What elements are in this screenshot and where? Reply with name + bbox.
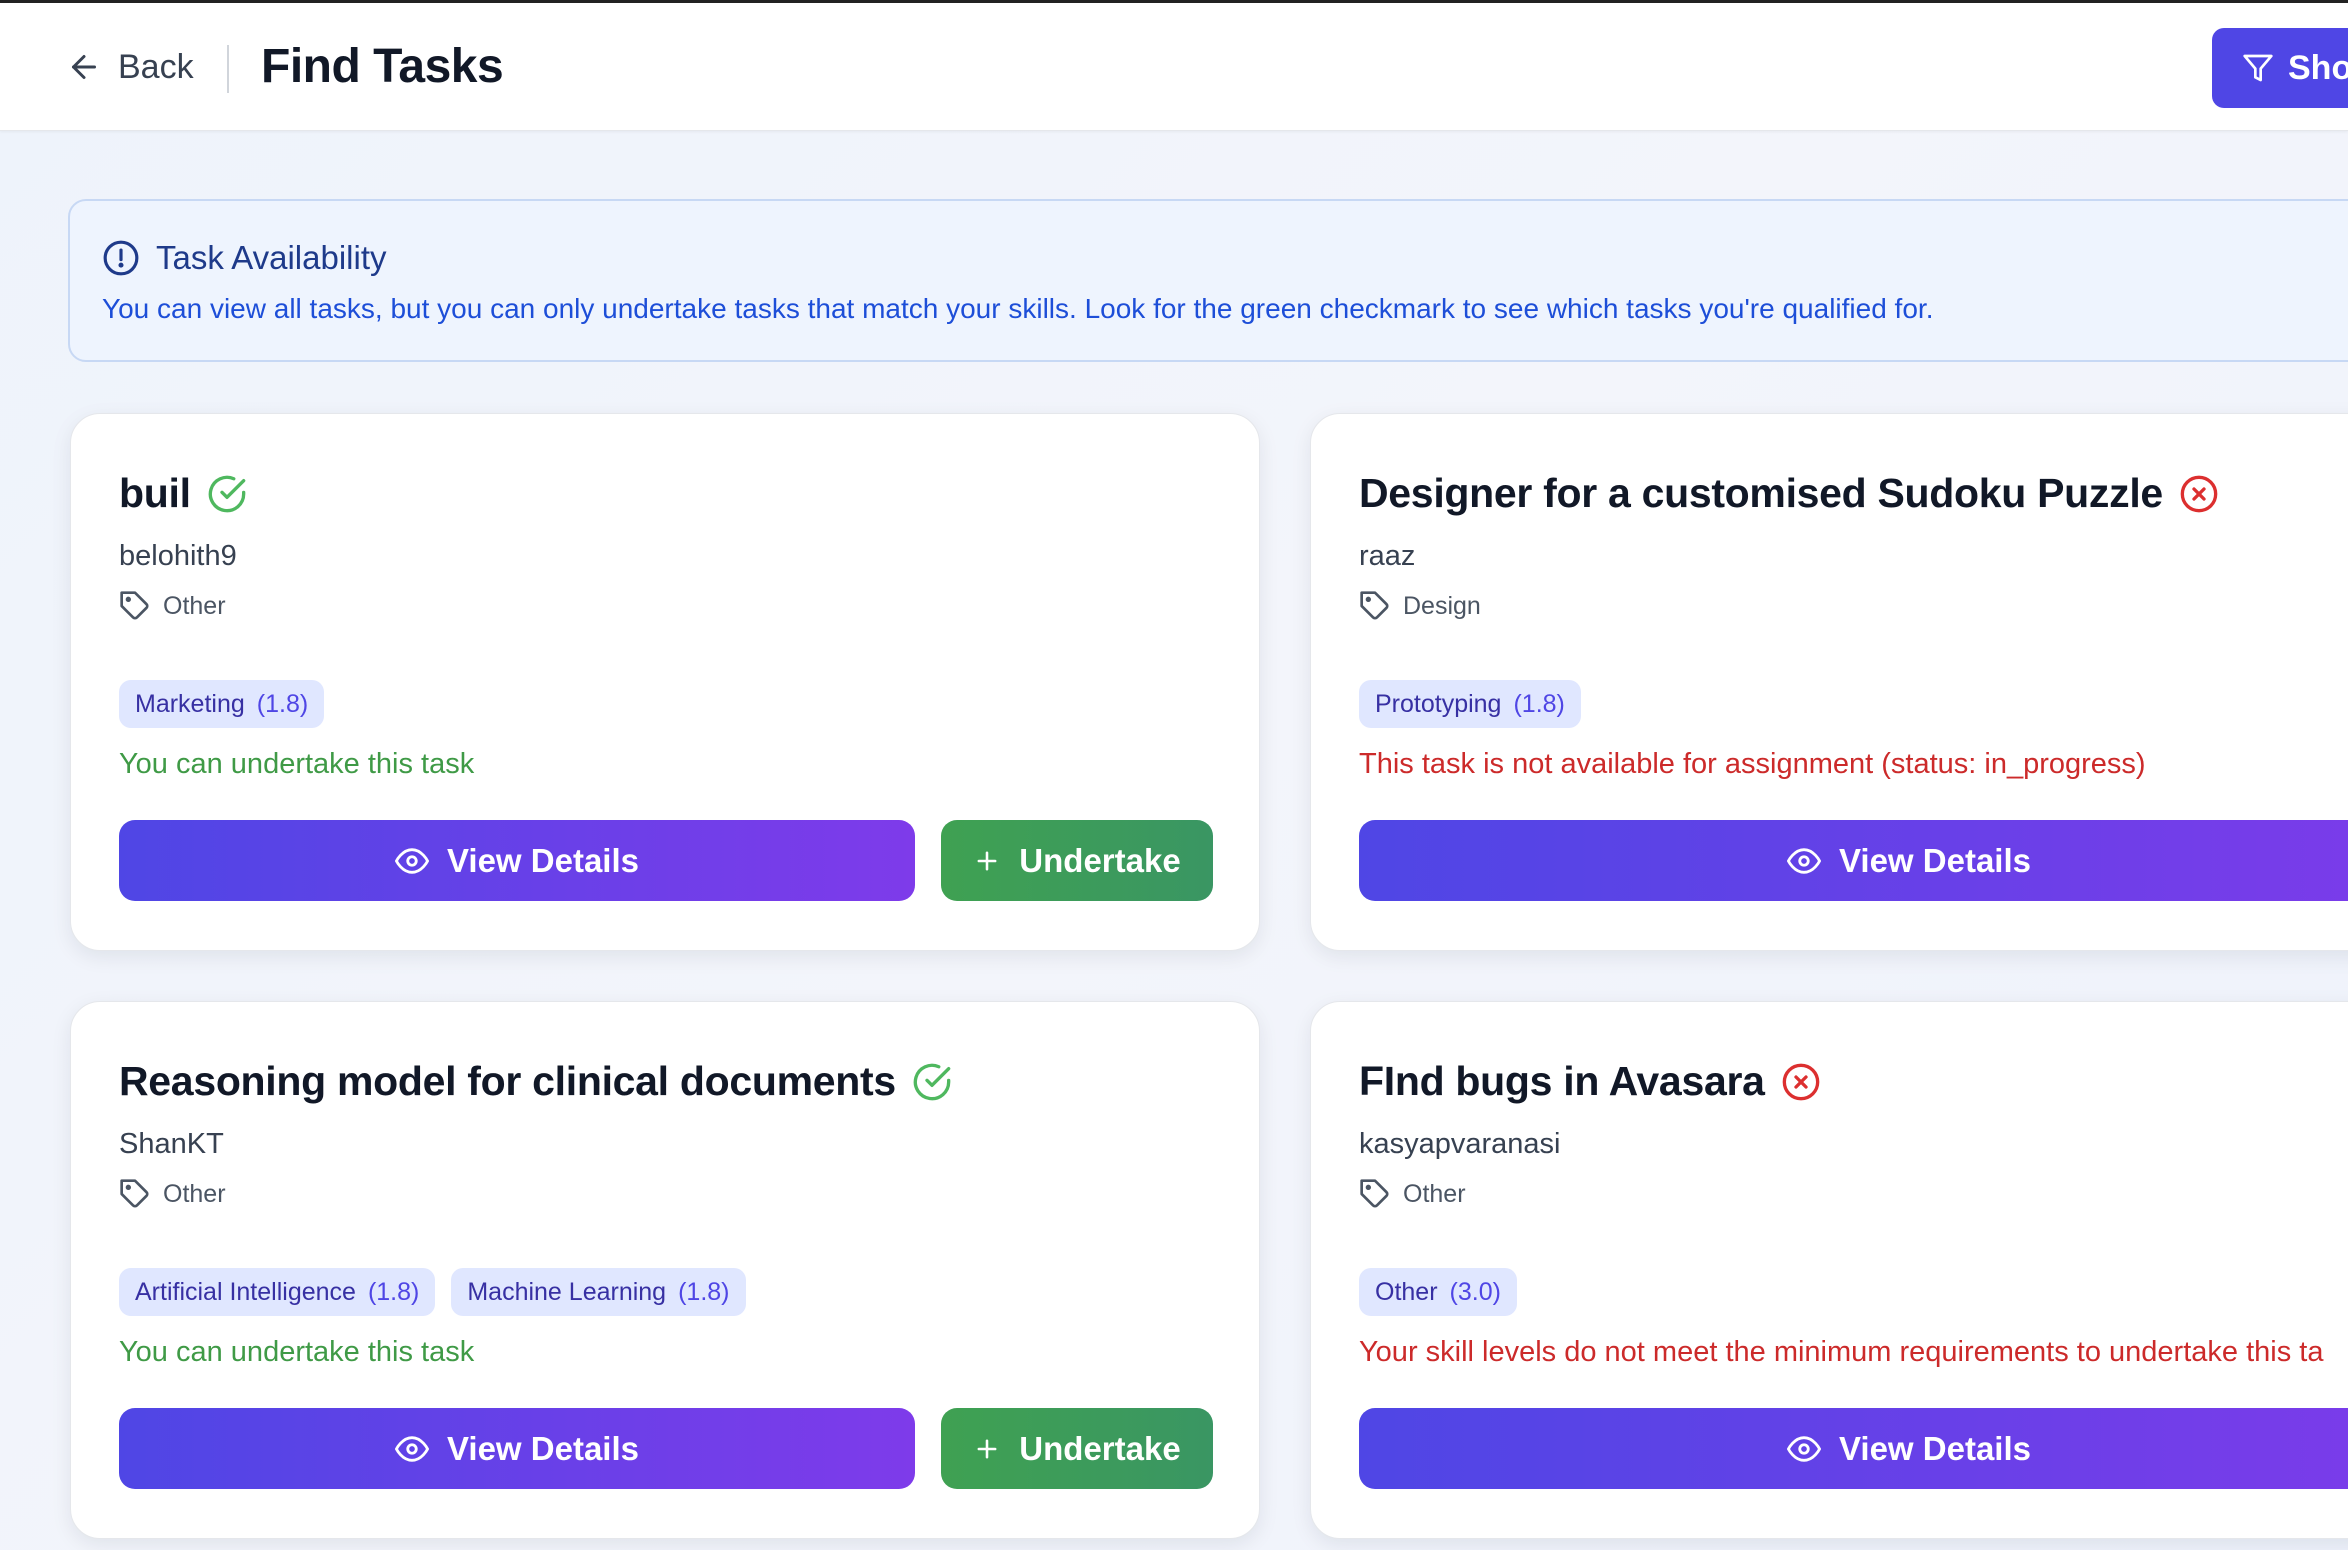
task-category: Other <box>1359 1178 1466 1210</box>
view-details-button[interactable]: View Details <box>1359 820 2348 901</box>
skill-level: (1.8) <box>256 689 309 718</box>
task-availability-banner: Task Availability You can view all tasks… <box>68 199 2348 362</box>
category-label: Other <box>163 1179 226 1208</box>
task-author: kasyapvaranasi <box>1359 1128 1561 1160</box>
view-details-label: View Details <box>447 841 639 879</box>
skill-chips: Marketing (1.8) <box>119 680 325 728</box>
plus-icon <box>977 851 997 870</box>
view-details-label: View Details <box>1839 1429 2031 1467</box>
undertake-label: Undertake <box>1019 841 1181 879</box>
eligibility-message: You can undertake this task <box>119 1336 475 1368</box>
skill-chips: Other (3.0) <box>1359 1268 1517 1316</box>
info-title: Task Availability <box>156 239 387 276</box>
view-details-label: View Details <box>1839 841 2031 879</box>
task-title: FInd bugs in Avasara <box>1359 1058 1765 1104</box>
arrow-left-icon <box>72 55 96 79</box>
show-filters-button[interactable]: Sho <box>2212 28 2348 108</box>
skill-chip: Machine Learning (1.8) <box>451 1268 746 1316</box>
view-details-label: View Details <box>447 1429 639 1467</box>
skill-chip: Other (3.0) <box>1359 1268 1517 1316</box>
task-author: raaz <box>1359 540 1416 572</box>
skill-chip: Artificial Intelligence (1.8) <box>119 1268 436 1316</box>
tag-icon <box>120 591 149 620</box>
task-author: ShanKT <box>119 1128 224 1160</box>
tag-icon <box>1360 591 1389 620</box>
top-header: Back Find Tasks Sho <box>0 3 2348 131</box>
x-circle-icon <box>1782 1063 1819 1100</box>
filter-icon <box>2243 54 2273 82</box>
task-title-row: buil <box>119 470 247 517</box>
x-circle-icon <box>2180 475 2218 512</box>
task-title: Reasoning model for clinical documents <box>119 1058 896 1104</box>
eye-icon <box>395 847 429 874</box>
check-circle-icon <box>913 1063 951 1100</box>
skill-level: (1.8) <box>678 1277 730 1306</box>
task-card: FInd bugs in Avasara kasyapvaranasi Othe… <box>1310 1001 2348 1539</box>
task-title: Designer for a customised Sudoku Puzzle <box>1359 470 2163 516</box>
eye-icon <box>1787 847 1821 874</box>
skill-level: (3.0) <box>1449 1277 1501 1306</box>
task-card: Reasoning model for clinical documents S… <box>70 1001 1260 1539</box>
eye-icon <box>1787 1435 1821 1462</box>
skill-level: (1.8) <box>1513 689 1565 718</box>
skill-level: (1.8) <box>367 1277 420 1306</box>
task-card: buil belohith9 Other Marketing (1.8) You… <box>70 413 1260 951</box>
skill-name: Machine Learning <box>467 1277 667 1306</box>
tag-icon <box>1360 1179 1389 1208</box>
filter-label: Sho <box>2288 48 2348 87</box>
check-circle-icon <box>208 475 246 512</box>
undertake-button[interactable]: Undertake <box>941 820 1213 901</box>
task-category: Design <box>1359 590 1481 622</box>
task-title-row: Reasoning model for clinical documents <box>119 1058 952 1105</box>
skill-name: Artificial Intelligence <box>135 1277 356 1306</box>
eligibility-message: Your skill levels do not meet the minimu… <box>1359 1336 2324 1368</box>
plus-icon <box>977 1439 997 1458</box>
task-title-row: Designer for a customised Sudoku Puzzle <box>1359 470 2219 517</box>
undertake-button[interactable]: Undertake <box>941 1408 1213 1489</box>
eligibility-message: This task is not available for assignmen… <box>1359 748 2146 780</box>
skill-name: Prototyping <box>1375 689 1502 718</box>
task-author: belohith9 <box>119 540 237 572</box>
info-header: Task Availability <box>102 239 387 277</box>
eligibility-message: You can undertake this task <box>119 748 475 780</box>
task-card: Designer for a customised Sudoku Puzzle … <box>1310 413 2348 951</box>
back-button[interactable]: Back <box>66 43 194 91</box>
skill-chip: Prototyping (1.8) <box>1359 680 1581 728</box>
undertake-label: Undertake <box>1019 1429 1181 1467</box>
find-tasks-page: Back Find Tasks Sho Task Availability Yo… <box>0 0 2348 1550</box>
task-title: buil <box>119 470 191 516</box>
view-details-button[interactable]: View Details <box>119 820 915 901</box>
skill-name: Marketing <box>135 689 245 718</box>
category-label: Other <box>163 591 226 620</box>
info-text: You can view all tasks, but you can only… <box>102 293 1934 324</box>
page-title: Find Tasks <box>261 40 504 93</box>
back-label: Back <box>118 47 194 86</box>
task-category: Other <box>119 1178 226 1210</box>
category-label: Design <box>1403 591 1481 620</box>
skill-name: Other <box>1375 1277 1438 1306</box>
view-details-button[interactable]: View Details <box>119 1408 915 1489</box>
task-category: Other <box>119 590 226 622</box>
header-divider <box>227 45 229 93</box>
eye-icon <box>395 1435 429 1462</box>
tag-icon <box>120 1179 149 1208</box>
view-details-button[interactable]: View Details <box>1359 1408 2348 1489</box>
task-title-row: FInd bugs in Avasara <box>1359 1058 1821 1105</box>
alert-circle-icon <box>103 240 139 276</box>
skill-chip: Marketing (1.8) <box>119 680 325 728</box>
skill-chips: Artificial Intelligence (1.8) Machine Le… <box>119 1268 746 1316</box>
skill-chips: Prototyping (1.8) <box>1359 680 1581 728</box>
category-label: Other <box>1403 1179 1466 1208</box>
